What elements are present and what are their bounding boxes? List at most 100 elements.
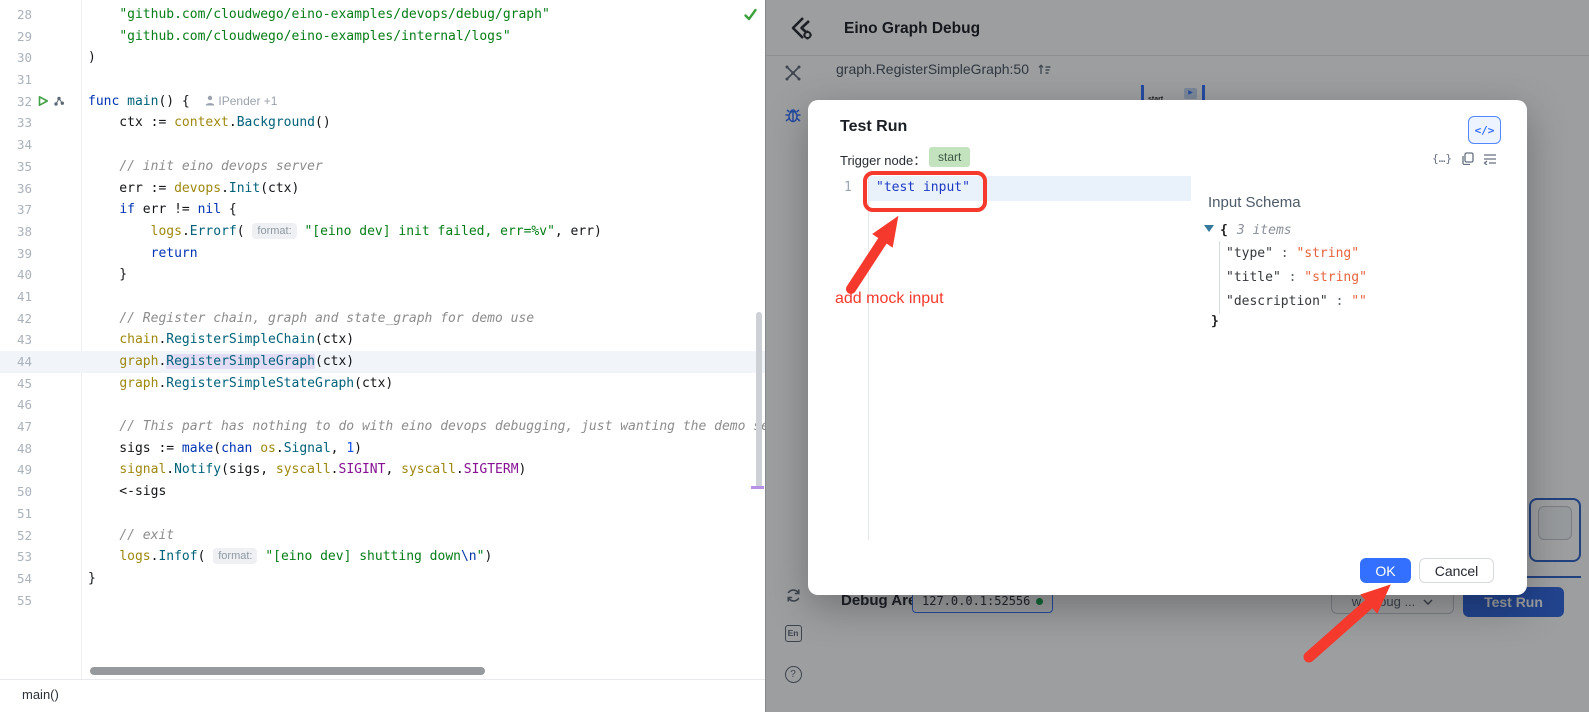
line-number[interactable]: 36 <box>0 178 32 200</box>
line-number[interactable]: 43 <box>0 329 32 351</box>
line-number[interactable]: 35 <box>0 156 32 178</box>
trigger-node-badge: start <box>929 147 970 167</box>
code-text: func main() { IPender +1 <box>88 91 277 113</box>
code-line[interactable]: 48 sigs := make(chan os.Signal, 1) <box>0 438 765 460</box>
line-number[interactable]: 49 <box>0 459 32 481</box>
horizontal-scrollbar[interactable] <box>90 667 485 675</box>
code-text: sigs := make(chan os.Signal, 1) <box>88 438 362 460</box>
editor-toolbar: {…} <box>1432 152 1497 165</box>
line-number[interactable]: 53 <box>0 546 32 568</box>
run-icon[interactable] <box>37 95 49 107</box>
line-number[interactable]: 47 <box>0 416 32 438</box>
line-number[interactable]: 39 <box>0 243 32 265</box>
code-line[interactable]: 55 <box>0 590 765 612</box>
code-line[interactable]: 34 <box>0 134 765 156</box>
code-line[interactable]: 45 graph.RegisterSimpleStateGraph(ctx) <box>0 373 765 395</box>
schema-row: "title" : "string" <box>1226 266 1367 290</box>
code-line[interactable]: 52 // exit <box>0 525 765 547</box>
code-line[interactable]: 50 <-sigs <box>0 481 765 503</box>
line-number[interactable]: 44 <box>0 351 32 373</box>
code-line[interactable]: 49 signal.Notify(sigs, syscall.SIGINT, s… <box>0 459 765 481</box>
format-json-icon[interactable]: {…} <box>1432 152 1452 165</box>
code-mode-button[interactable]: </> <box>1468 116 1501 144</box>
code-line[interactable]: 32 func main() { IPender +1 <box>0 91 765 113</box>
code-text: err := devops.Init(ctx) <box>88 178 299 200</box>
code-line[interactable]: 44 graph.RegisterSimpleGraph(ctx) <box>0 351 765 373</box>
code-line[interactable]: 47 // This part has nothing to do with e… <box>0 416 765 438</box>
code-line[interactable]: 39 return <box>0 243 765 265</box>
line-number[interactable]: 54 <box>0 568 32 590</box>
code-text: if err != nil { <box>88 199 237 221</box>
code-line[interactable]: 53 logs.Infof( format: "[eino dev] shutt… <box>0 546 765 568</box>
code-line[interactable]: 30) <box>0 47 765 69</box>
mini-editor-gutter <box>868 175 869 540</box>
mini-line-number: 1 <box>844 180 852 195</box>
code-editor[interactable]: 28 "github.com/cloudwego/eino-examples/d… <box>0 0 765 712</box>
code-text: graph.RegisterSimpleStateGraph(ctx) <box>88 373 393 395</box>
schema-root-row: {3 items <box>1204 219 1292 243</box>
line-number[interactable]: 46 <box>0 394 32 416</box>
line-number[interactable]: 31 <box>0 69 32 91</box>
code-line[interactable]: 35 // init eino devops server <box>0 156 765 178</box>
code-line[interactable]: 54} <box>0 568 765 590</box>
code-line[interactable]: 40 } <box>0 264 765 286</box>
code-line[interactable]: 43 chain.RegisterSimpleChain(ctx) <box>0 329 765 351</box>
copy-icon[interactable] <box>1461 152 1474 165</box>
code-text: logs.Errorf( format: "[eino dev] init fa… <box>88 221 602 243</box>
annotation-highlight-box <box>863 171 987 212</box>
line-number[interactable]: 38 <box>0 221 32 243</box>
breadcrumb-bar: main() <box>0 679 765 712</box>
line-number[interactable]: 41 <box>0 286 32 308</box>
trigger-node-label: Trigger node： <box>840 150 926 169</box>
dialog-title: Test Run <box>840 118 907 136</box>
code-text: } <box>88 568 96 590</box>
author-hint[interactable]: IPender +1 <box>205 94 277 108</box>
line-number[interactable]: 51 <box>0 503 32 525</box>
code-text: // exit <box>88 525 174 547</box>
code-line[interactable]: 41 <box>0 286 765 308</box>
line-number[interactable]: 34 <box>0 134 32 156</box>
line-number[interactable]: 50 <box>0 481 32 503</box>
line-number[interactable]: 28 <box>0 4 32 26</box>
word-wrap-icon[interactable] <box>1483 152 1497 165</box>
line-number[interactable]: 29 <box>0 26 32 48</box>
code-text: // init eino devops server <box>88 156 323 178</box>
app-window: 28 "github.com/cloudwego/eino-examples/d… <box>0 0 1589 712</box>
ok-button[interactable]: OK <box>1360 558 1411 583</box>
code-line[interactable]: 38 logs.Errorf( format: "[eino dev] init… <box>0 221 765 243</box>
code-lines: 28 "github.com/cloudwego/eino-examples/d… <box>0 4 765 611</box>
code-text: logs.Infof( format: "[eino dev] shutting… <box>88 546 492 568</box>
line-number[interactable]: 55 <box>0 590 32 612</box>
line-number[interactable]: 42 <box>0 308 32 330</box>
breadcrumb[interactable]: main() <box>22 687 59 702</box>
line-number[interactable]: 32 <box>0 91 32 113</box>
cancel-button[interactable]: Cancel <box>1419 558 1494 583</box>
code-line[interactable]: 33 ctx := context.Background() <box>0 112 765 134</box>
line-number[interactable]: 30 <box>0 47 32 69</box>
code-line[interactable]: 31 <box>0 69 765 91</box>
line-number[interactable]: 48 <box>0 438 32 460</box>
code-line[interactable]: 51 <box>0 503 765 525</box>
code-line[interactable]: 36 err := devops.Init(ctx) <box>0 178 765 200</box>
schema-item-count: 3 items <box>1237 223 1292 238</box>
code-line[interactable]: 29 "github.com/cloudwego/eino-examples/i… <box>0 26 765 48</box>
collapse-toggle-icon[interactable] <box>1204 225 1214 232</box>
code-text: chain.RegisterSimpleChain(ctx) <box>88 329 354 351</box>
line-number[interactable]: 33 <box>0 112 32 134</box>
line-number[interactable]: 37 <box>0 199 32 221</box>
code-line[interactable]: 42 // Register chain, graph and state_gr… <box>0 308 765 330</box>
schema-row: "description" : "" <box>1226 290 1367 314</box>
scroll-stripe-mark <box>751 486 764 489</box>
inline-param-hint: format: <box>252 223 296 239</box>
line-number[interactable]: 52 <box>0 525 32 547</box>
profiler-icon[interactable] <box>53 95 65 107</box>
code-text: // This part has nothing to do with eino… <box>88 416 765 438</box>
inspection-ok-icon <box>743 7 758 22</box>
code-line[interactable]: 28 "github.com/cloudwego/eino-examples/d… <box>0 4 765 26</box>
gutter-icons <box>37 95 65 107</box>
line-number[interactable]: 45 <box>0 373 32 395</box>
line-number[interactable]: 40 <box>0 264 32 286</box>
code-line[interactable]: 46 <box>0 394 765 416</box>
vertical-scrollbar[interactable] <box>756 312 762 488</box>
code-line[interactable]: 37 if err != nil { <box>0 199 765 221</box>
